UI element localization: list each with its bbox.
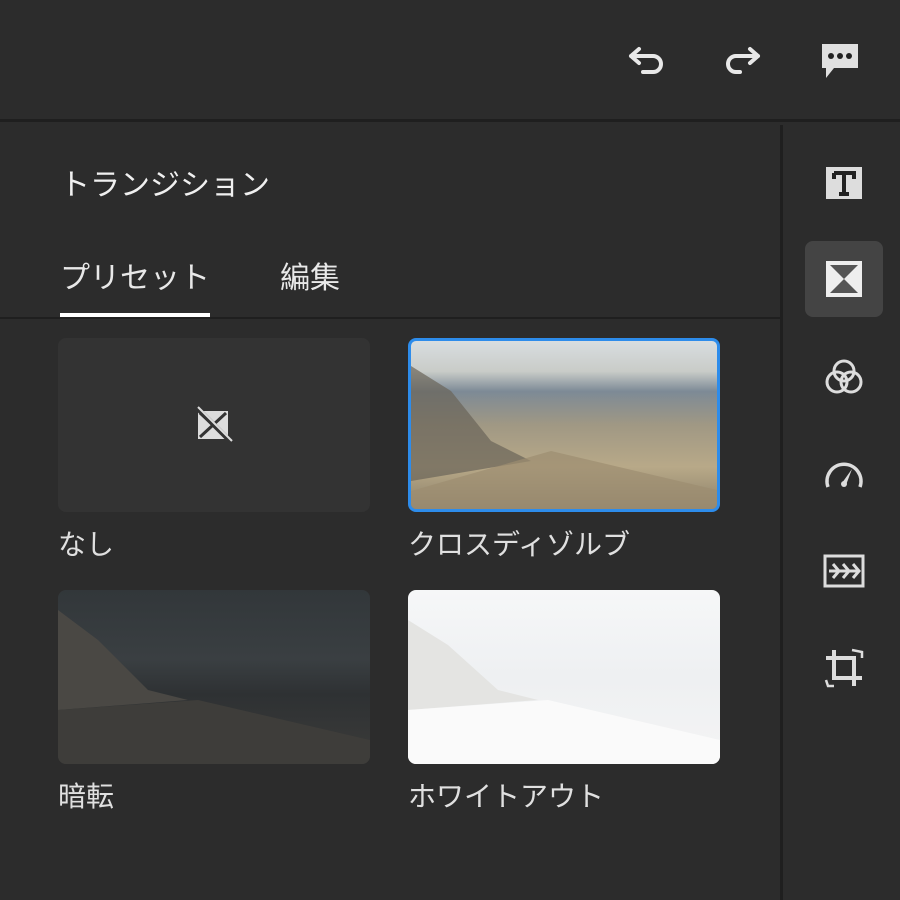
preset-fade-to-black[interactable] [58, 590, 370, 764]
transitions-icon [826, 261, 862, 297]
preset-label: 暗転 [58, 780, 115, 813]
audio-button[interactable] [805, 533, 883, 609]
preset-cross-dissolve[interactable] [408, 338, 720, 512]
panel-title: トランジション [60, 168, 270, 203]
preset-none[interactable] [58, 338, 370, 512]
tab-presets[interactable]: プリセット [60, 253, 210, 317]
titles-button[interactable] [805, 145, 883, 221]
tool-rail [780, 125, 900, 900]
preset-thumbnail [408, 620, 720, 764]
comment-icon [822, 44, 858, 78]
preset-label: なし [58, 528, 115, 561]
crop-icon [824, 648, 864, 688]
color-button[interactable] [805, 339, 883, 415]
top-toolbar [0, 0, 900, 122]
no-transition-icon [194, 405, 234, 445]
speed-button[interactable] [805, 435, 883, 511]
transitions-button[interactable] [805, 241, 883, 317]
undo-button[interactable] [625, 40, 669, 84]
undo-icon [629, 47, 663, 74]
titles-icon [826, 167, 862, 199]
preset-thumbnail [411, 366, 717, 509]
color-icon [825, 359, 863, 394]
comments-button[interactable] [818, 40, 862, 84]
preset-label: ホワイトアウト [408, 780, 605, 813]
redo-icon [726, 47, 760, 74]
tab-edit[interactable]: 編集 [280, 253, 340, 313]
preset-thumbnail [58, 610, 370, 764]
crop-button[interactable] [805, 630, 883, 706]
preset-fade-to-white[interactable] [408, 590, 720, 764]
preset-label: クロスディゾルブ [408, 528, 631, 561]
speed-icon [825, 462, 863, 488]
redo-button[interactable] [720, 40, 764, 84]
panel-tabs: プリセット 編集 [0, 245, 780, 319]
audio-icon [823, 554, 865, 588]
